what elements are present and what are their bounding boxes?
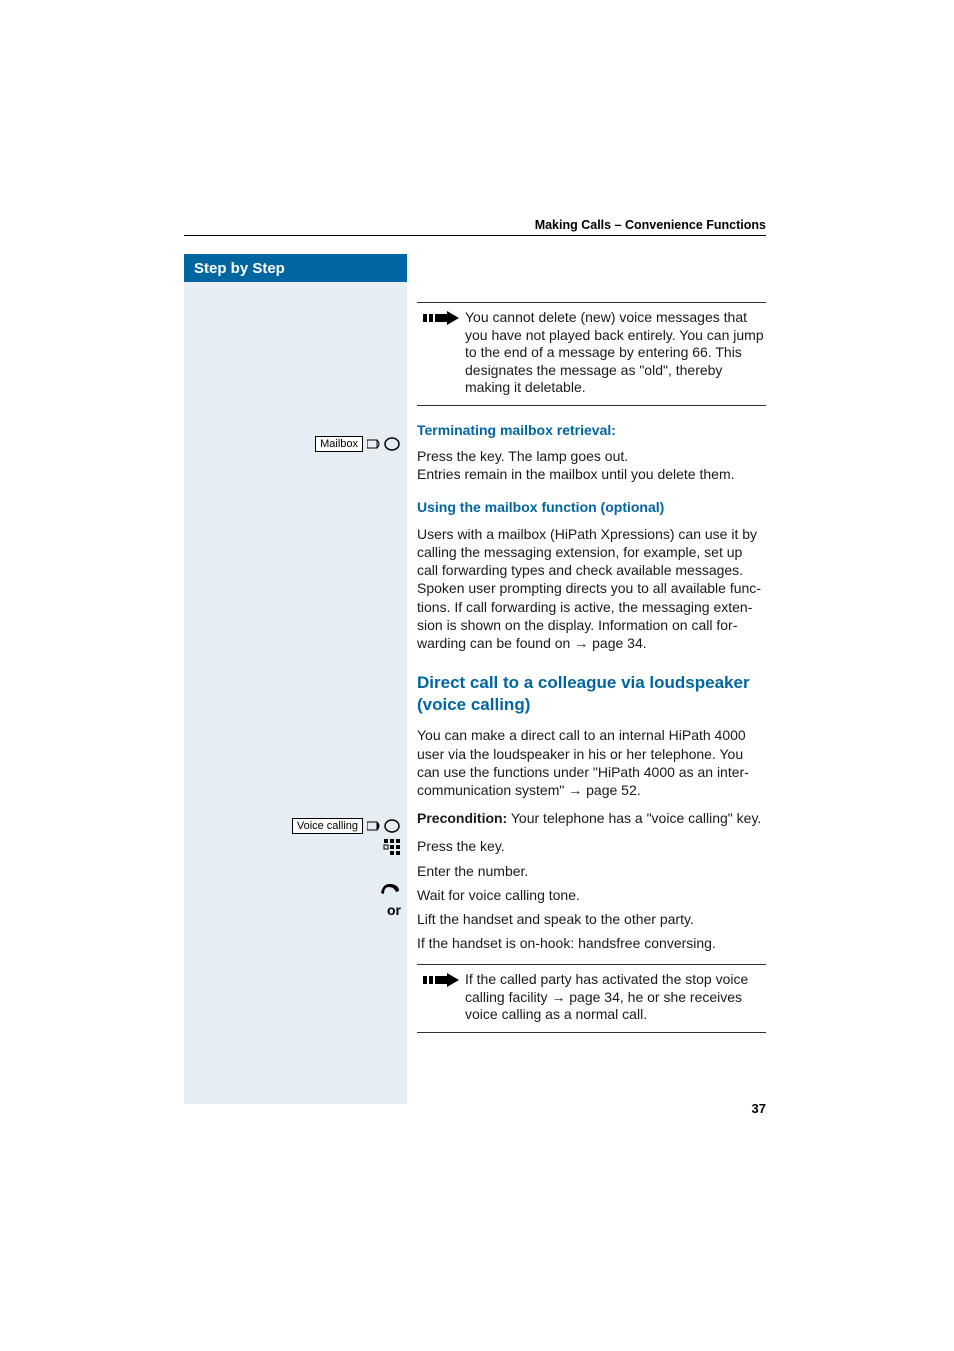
text-wait-tone: Wait for voice calling tone. [417, 886, 766, 904]
header-divider [184, 235, 766, 236]
text-direct-call-intro: You can make a direct call to an interna… [417, 726, 766, 799]
note-1-text: You cannot delete (new) voice messages t… [465, 309, 766, 397]
key-label-mailbox: Mailbox [315, 436, 363, 452]
text-enter-number: Enter the number. [417, 862, 766, 880]
note-box-2: If the called party has activated the st… [417, 964, 766, 1033]
entries-remain-line: Entries remain in the mailbox until you … [417, 466, 735, 482]
precondition-label: Precondition: [417, 810, 507, 826]
note-arrow-icon [423, 309, 461, 327]
press-key-lamp-line: Press the key. The lamp goes out. [417, 448, 628, 464]
direct-call-link: → page 52. [568, 782, 640, 798]
precondition-text: Your telephone has a "voice calling" key… [507, 810, 761, 826]
key-row-voice-calling: Voice calling [184, 816, 407, 836]
main-content: You cannot delete (new) voice messages t… [417, 302, 766, 1049]
key-row-keypad [184, 837, 407, 857]
note-arrow-icon-2 [423, 971, 461, 989]
note-2-text: If the called party has activated the st… [465, 971, 766, 1024]
key-row-or: or [184, 900, 407, 920]
handset-lift-icon [379, 881, 401, 897]
text-precondition: Precondition: Your telephone has a "voic… [417, 809, 766, 827]
key-label-voice-calling: Voice calling [292, 818, 363, 834]
text-press-key: Press the key. [417, 837, 766, 855]
key-lamp-icon [367, 436, 401, 452]
key-row-handset [184, 879, 407, 899]
page-number: 37 [752, 1101, 766, 1116]
note2-link: → page 34 [551, 989, 620, 1005]
text-lift-handset: Lift the handset and speak to the other … [417, 910, 766, 928]
sidebar-background [184, 282, 407, 1104]
page-header-breadcrumb: Making Calls – Convenience Functions [184, 218, 766, 232]
users-mailbox-link: → page 34. [574, 635, 646, 651]
sidebar-title: Step by Step [184, 254, 407, 284]
key-row-mailbox: Mailbox [184, 434, 407, 454]
heading-direct-call: Direct call to a colleague via loudspeak… [417, 672, 766, 716]
text-users-mailbox: Users with a mailbox (HiPath Xpressions)… [417, 525, 766, 652]
heading-using-mailbox: Using the mailbox function (optional) [417, 499, 766, 517]
users-mailbox-body: Users with a mailbox (HiPath Xpressions)… [417, 526, 761, 651]
text-handsfree: If the handset is on-hook: handsfree con… [417, 934, 766, 952]
keypad-icon [383, 838, 401, 856]
heading-terminating-mailbox: Terminating mailbox retrieval: [417, 422, 766, 440]
or-label: or [387, 902, 401, 918]
key-lamp-filled-icon [367, 818, 401, 834]
note-box-1: You cannot delete (new) voice messages t… [417, 302, 766, 406]
text-press-key-lamp: Press the key. The lamp goes out. Entrie… [417, 447, 766, 483]
